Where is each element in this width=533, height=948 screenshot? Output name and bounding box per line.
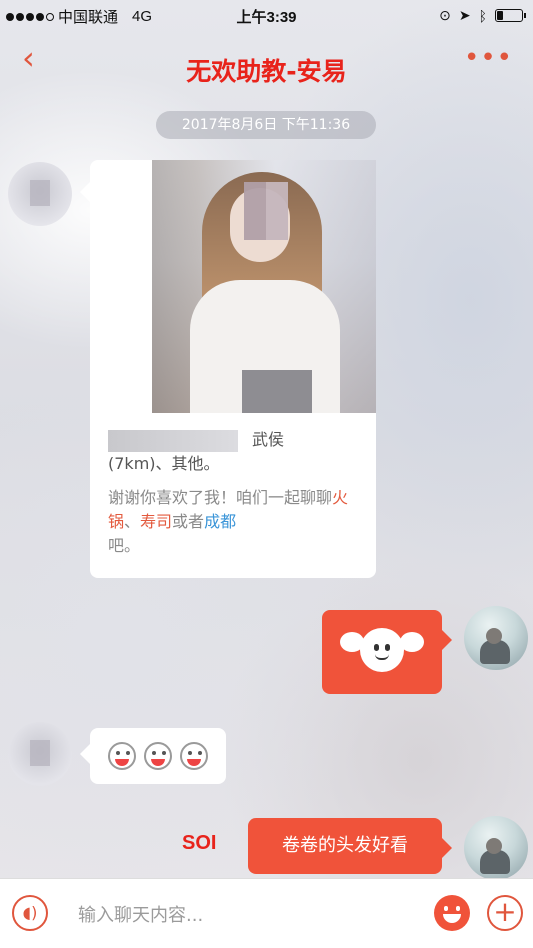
text-message[interactable]: 卷卷的头发好看	[248, 818, 452, 874]
interest-tag-sushi[interactable]: 寿司	[140, 512, 172, 531]
bluetooth-icon: ᛒ	[478, 7, 487, 24]
more-dots-icon: •••	[463, 43, 513, 73]
greeting-suffix: 吧。	[108, 536, 141, 555]
self-avatar[interactable]	[464, 606, 528, 670]
sticker-message[interactable]	[322, 610, 452, 694]
nav-bar: ‹ 无欢助教-安易 •••	[0, 30, 533, 90]
profile-greeting: 谢谢你喜欢了我！咱们一起聊聊火锅、寿司或者成都 吧。	[108, 486, 368, 558]
message-timestamp: 2017年8月6日 下午11:36	[156, 111, 376, 139]
page-title: 无欢助教-安易	[186, 57, 347, 86]
voice-button[interactable]: ◖)	[12, 895, 48, 931]
emoji-message[interactable]	[80, 728, 226, 784]
profile-photo[interactable]	[152, 160, 376, 413]
redacted-name	[108, 429, 238, 452]
profile-distance: (7km)、其他。	[108, 454, 220, 473]
message-input[interactable]: 输入聊天内容...	[78, 901, 203, 927]
emoji-button[interactable]	[434, 895, 470, 931]
voice-icon: ◖)	[22, 903, 38, 922]
winged-ghost-sticker	[360, 628, 404, 672]
self-avatar[interactable]	[464, 816, 528, 880]
contact-avatar[interactable]	[8, 722, 72, 786]
profile-info: 武侯 (7km)、其他。	[108, 428, 284, 476]
input-bar: ◖) 输入聊天内容... +	[0, 878, 533, 948]
more-button[interactable]: •••	[464, 45, 513, 71]
plus-icon: +	[493, 895, 517, 928]
grin-emoji-icon	[108, 742, 136, 770]
grin-emoji-icon	[180, 742, 208, 770]
profile-card-message[interactable]: 武侯 (7km)、其他。 谢谢你喜欢了我！咱们一起聊聊火锅、寿司或者成都 吧。	[80, 160, 376, 578]
or-text: 或者	[172, 512, 205, 531]
separator: 、	[124, 512, 141, 531]
contact-avatar[interactable]	[8, 162, 72, 226]
grin-emoji-icon	[144, 742, 172, 770]
rotation-lock-icon: ⊙	[439, 7, 451, 23]
location-arrow-icon: ➤	[458, 7, 471, 23]
face-mosaic	[244, 182, 288, 240]
annotation-label: SOI	[182, 832, 217, 854]
plus-button[interactable]: +	[487, 895, 523, 931]
interest-tag-chengdu[interactable]: 成都	[204, 512, 236, 531]
status-bar: 中国联通 4G 上午3:39 ⊙ ➤ ᛒ	[0, 0, 533, 30]
profile-location: 武侯	[252, 430, 285, 449]
greeting-text: 谢谢你喜欢了我！咱们一起聊聊	[108, 488, 333, 507]
battery-icon	[495, 9, 526, 22]
